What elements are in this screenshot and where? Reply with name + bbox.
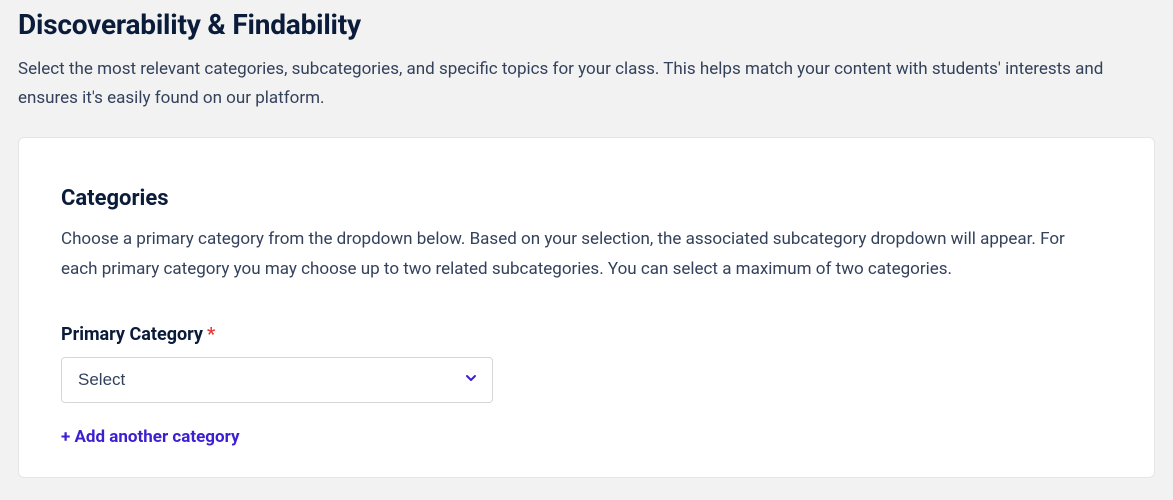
primary-category-select-value: Select <box>78 370 125 390</box>
required-mark: * <box>207 324 215 345</box>
primary-category-select-wrap: Select <box>61 357 493 403</box>
primary-category-select[interactable]: Select <box>61 357 493 403</box>
page-description: Select the most relevant categories, sub… <box>18 55 1148 137</box>
primary-category-label-text: Primary Category <box>61 324 203 345</box>
categories-description: Choose a primary category from the dropd… <box>61 225 1101 285</box>
categories-card: Categories Choose a primary category fro… <box>18 137 1155 479</box>
add-category-link[interactable]: + Add another category <box>61 427 240 447</box>
categories-title: Categories <box>61 186 1112 211</box>
primary-category-label: Primary Category * <box>61 324 1112 345</box>
page-title: Discoverability & Findability <box>18 0 1155 55</box>
